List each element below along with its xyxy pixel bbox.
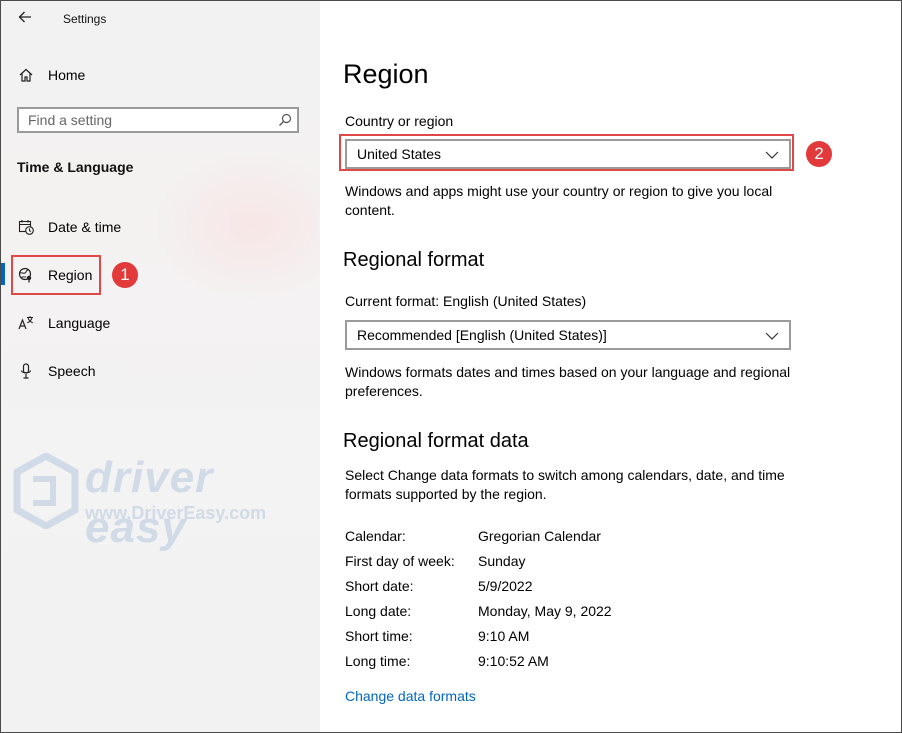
- search-input[interactable]: [28, 112, 268, 128]
- chevron-down-icon: [765, 329, 779, 341]
- watermark-url: www.DriverEasy.com: [85, 503, 267, 523]
- current-format-label: Current format: English (United States): [345, 293, 587, 309]
- format-row-key: Short date:: [345, 578, 414, 594]
- sidebar: Settings Home Time & Language Date & tim…: [1, 1, 351, 732]
- home-icon: [18, 67, 34, 83]
- search-icon[interactable]: [278, 113, 292, 127]
- regional-format-dropdown-value: Recommended [English (United States)]: [357, 327, 607, 343]
- region-highlight-box: [11, 255, 101, 295]
- search-box[interactable]: [17, 107, 299, 133]
- step-2-badge: 2: [806, 141, 832, 167]
- format-row-key: Long time:: [345, 653, 411, 669]
- format-row-value: Gregorian Calendar: [478, 528, 601, 544]
- change-data-formats-link[interactable]: Change data formats: [345, 688, 476, 704]
- sidebar-item-home[interactable]: Home: [1, 55, 320, 95]
- section-title: Time & Language: [17, 159, 134, 175]
- back-arrow-icon[interactable]: [17, 9, 35, 27]
- regional-format-dropdown[interactable]: Recommended [English (United States)]: [345, 320, 791, 350]
- regional-format-heading: Regional format: [343, 249, 485, 271]
- country-highlight-box: [339, 134, 794, 171]
- format-data-heading: Regional format data: [343, 430, 529, 452]
- calendar-clock-icon: [18, 219, 34, 235]
- sidebar-item-date-time[interactable]: Date & time: [1, 207, 320, 247]
- sidebar-item-label: Home: [48, 67, 86, 83]
- format-row-key: Short time:: [345, 628, 413, 644]
- format-row-key: First day of week:: [345, 553, 455, 569]
- format-row-key: Calendar:: [345, 528, 406, 544]
- app-title: Settings: [63, 12, 107, 26]
- page-title: Region: [343, 59, 429, 89]
- sidebar-item-label: Language: [48, 315, 111, 331]
- format-row-value: 9:10 AM: [478, 628, 530, 644]
- country-description: Windows and apps might use your country …: [345, 183, 773, 218]
- format-row-value: 9:10:52 AM: [478, 653, 549, 669]
- sidebar-item-language[interactable]: Language: [1, 303, 320, 343]
- format-data-description: Select Change data formats to switch amo…: [345, 467, 785, 502]
- country-label: Country or region: [345, 113, 454, 129]
- format-row-value: Sunday: [478, 553, 526, 569]
- sidebar-item-label: Date & time: [48, 219, 122, 235]
- language-icon: [18, 315, 34, 331]
- microphone-icon: [18, 363, 34, 379]
- watermark: driver easy www.DriverEasy.com: [13, 453, 313, 552]
- main-content: Region Country or region United States 2…: [320, 1, 901, 732]
- driver-easy-logo-icon: [13, 453, 79, 529]
- sidebar-item-speech[interactable]: Speech: [1, 351, 320, 391]
- format-row-value: 5/9/2022: [478, 578, 533, 594]
- format-row-value: Monday, May 9, 2022: [478, 603, 612, 619]
- step-1-badge: 1: [112, 262, 138, 288]
- regional-format-description: Windows formats dates and times based on…: [345, 364, 791, 399]
- sidebar-item-label: Speech: [48, 363, 96, 379]
- settings-window: Settings Home Time & Language Date & tim…: [0, 0, 902, 733]
- format-row-key: Long date:: [345, 603, 412, 619]
